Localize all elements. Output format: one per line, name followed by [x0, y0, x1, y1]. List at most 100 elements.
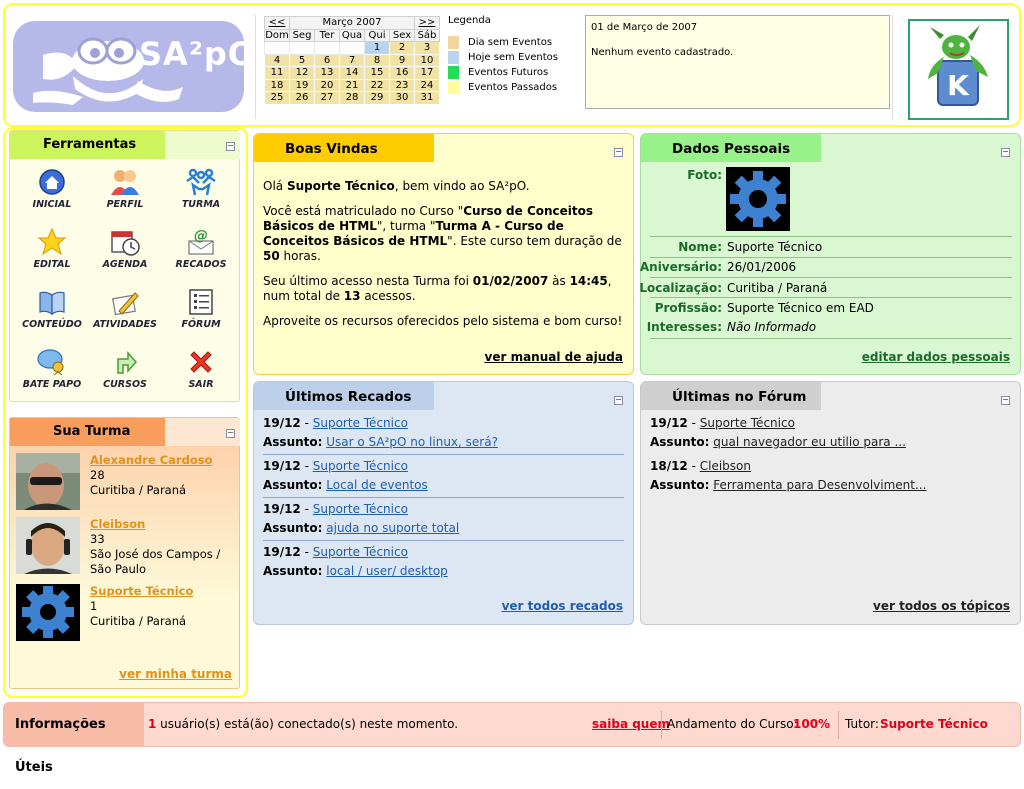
calendar-day[interactable]: 2: [389, 41, 415, 55]
item-subject-link[interactable]: qual navegador eu utilio para ...: [713, 435, 906, 449]
tool-agenda[interactable]: AGENDA: [90, 227, 160, 270]
collapse-tools-button[interactable]: −: [226, 142, 235, 151]
calendar-day[interactable]: 13: [314, 66, 340, 80]
item-subject-link[interactable]: Usar o SA²pO no linux, será?: [326, 435, 498, 449]
calendar-day[interactable]: 4: [264, 53, 290, 67]
collapse-messages-button[interactable]: −: [614, 396, 623, 405]
view-all-topics-link[interactable]: ver todos os tópicos: [873, 599, 1010, 613]
item-author-link[interactable]: Suporte Técnico: [313, 502, 408, 516]
member-name-link[interactable]: Alexandre Cardoso: [90, 453, 240, 468]
collapse-welcome-button[interactable]: −: [614, 148, 623, 157]
member-photo-cleibson[interactable]: [16, 517, 80, 574]
header-divider: [892, 15, 893, 119]
star-icon: [36, 227, 68, 257]
course-progress-label: Andamento do Curso:: [667, 717, 798, 731]
course-progress-value: 100%: [793, 717, 831, 731]
calendar-day[interactable]: 26: [289, 91, 315, 105]
forum-icon: [185, 287, 217, 317]
calendar-day[interactable]: 19: [289, 78, 315, 92]
calendar-day[interactable]: 16: [389, 66, 415, 80]
tool-turma[interactable]: TURMA: [166, 167, 236, 210]
calendar-day[interactable]: 7: [339, 53, 365, 67]
calendar-weekday: Qui: [364, 28, 390, 42]
who-is-online-link[interactable]: saiba quem: [592, 717, 670, 731]
calendar-day[interactable]: 20: [314, 78, 340, 92]
calendar: << Março 2007 >> Dom Seg Ter Qua Qui Sex Sáb 1…: [264, 16, 440, 105]
calendar-day[interactable]: 22: [364, 78, 390, 92]
member-photo-support[interactable]: [16, 584, 80, 641]
item-subject-link[interactable]: Local de eventos: [326, 478, 428, 492]
item-date: 19/12: [263, 416, 301, 430]
tool-bate-papo[interactable]: BATE PAPO: [17, 347, 87, 390]
item-subject-link[interactable]: Ferramenta para Desenvolviment...: [713, 478, 926, 492]
edit-personal-data-link[interactable]: editar dados pessoais: [862, 350, 1010, 364]
sapo-logo[interactable]: SA²pO: [13, 21, 244, 112]
calendar-day[interactable]: 14: [339, 66, 365, 80]
calendar-empty-cell: [314, 41, 340, 55]
calendar-day[interactable]: 31: [414, 91, 440, 105]
tool-sair[interactable]: SAIR: [166, 347, 236, 390]
help-manual-link[interactable]: ver manual de ajuda: [485, 350, 623, 364]
calendar-day[interactable]: 1: [364, 41, 390, 55]
calendar-day[interactable]: 21: [339, 78, 365, 92]
calendar-day[interactable]: 17: [414, 66, 440, 80]
member-name-link[interactable]: Suporte Técnico: [90, 584, 240, 599]
calendar-day[interactable]: 23: [389, 78, 415, 92]
item-author-link[interactable]: Suporte Técnico: [313, 416, 408, 430]
legend-label: Eventos Passados: [468, 82, 558, 93]
tool-conteúdo[interactable]: CONTEÚDO: [17, 287, 87, 330]
calendar-day[interactable]: 6: [314, 53, 340, 67]
item-author-link[interactable]: Suporte Técnico: [700, 416, 795, 430]
calendar-day[interactable]: 27: [314, 91, 340, 105]
tool-edital[interactable]: EDITAL: [17, 227, 87, 270]
view-all-messages-link[interactable]: ver todos recados: [502, 599, 623, 613]
calendar-day[interactable]: 11: [264, 66, 290, 80]
calendar-month-title: Março 2007: [289, 16, 415, 30]
item-author-link[interactable]: Suporte Técnico: [313, 545, 408, 559]
tool-atividades[interactable]: ATIVIDADES: [90, 287, 160, 330]
calendar-day[interactable]: 10: [414, 53, 440, 67]
item-subject-link[interactable]: ajuda no suporte total: [326, 521, 459, 535]
item-author-link[interactable]: Cleibson: [700, 459, 751, 473]
divider: [650, 236, 1012, 237]
collapse-personal-button[interactable]: −: [1001, 148, 1010, 157]
calendar-day[interactable]: 18: [264, 78, 290, 92]
tool-fórum[interactable]: FÓRUM: [166, 287, 236, 330]
item-author-link[interactable]: Suporte Técnico: [313, 459, 408, 473]
calendar-next-button[interactable]: >>: [414, 16, 440, 30]
calendar-prev-button[interactable]: <<: [264, 16, 290, 30]
calendar-day[interactable]: 5: [289, 53, 315, 67]
calendar-day[interactable]: 3: [414, 41, 440, 55]
collapse-class-button[interactable]: −: [226, 429, 235, 438]
calendar-day[interactable]: 9: [389, 53, 415, 67]
calendar-weekday: Sex: [389, 28, 415, 42]
item-subject-link[interactable]: local / user/ desktop: [326, 564, 448, 578]
list-item: 19/12 - Suporte Técnico Assunto: qual nav…: [650, 416, 906, 449]
tool-inicial[interactable]: INICIAL: [17, 167, 87, 210]
member-photo-alexandre[interactable]: [16, 453, 80, 510]
tool-cursos[interactable]: CURSOS: [90, 347, 160, 390]
calendar-day[interactable]: 24: [414, 78, 440, 92]
profession-value: Suporte Técnico em EAD: [727, 301, 874, 315]
subject-label: Assunto:: [263, 564, 323, 578]
event-message: Nenhum evento cadastrado.: [591, 47, 734, 58]
subject-label: Assunto:: [263, 478, 323, 492]
tool-recados[interactable]: @ RECADOS: [166, 227, 236, 270]
welcome-closing: Aproveite os recursos oferecidos pelo si…: [263, 314, 623, 328]
calendar-day[interactable]: 8: [364, 53, 390, 67]
calendar-weekday: Sáb: [414, 28, 440, 42]
member-name-link[interactable]: Cleibson: [90, 517, 240, 532]
calendar-day[interactable]: 30: [389, 91, 415, 105]
calendar-clock-icon: [109, 227, 141, 257]
collapse-forum-button[interactable]: −: [1001, 396, 1010, 405]
view-class-link[interactable]: ver minha turma: [119, 667, 232, 681]
calendar-day[interactable]: 15: [364, 66, 390, 80]
calendar-day[interactable]: 12: [289, 66, 315, 80]
calendar-empty-cell: [289, 41, 315, 55]
calendar-day[interactable]: 29: [364, 91, 390, 105]
tool-label: RECADOS: [175, 259, 227, 270]
header: SA²pO << Março 2007 >> Dom Seg Ter Qua Qui Se…: [3, 3, 1021, 127]
calendar-day[interactable]: 25: [264, 91, 290, 105]
calendar-day[interactable]: 28: [339, 91, 365, 105]
tool-perfil[interactable]: PERFIL: [90, 167, 160, 210]
